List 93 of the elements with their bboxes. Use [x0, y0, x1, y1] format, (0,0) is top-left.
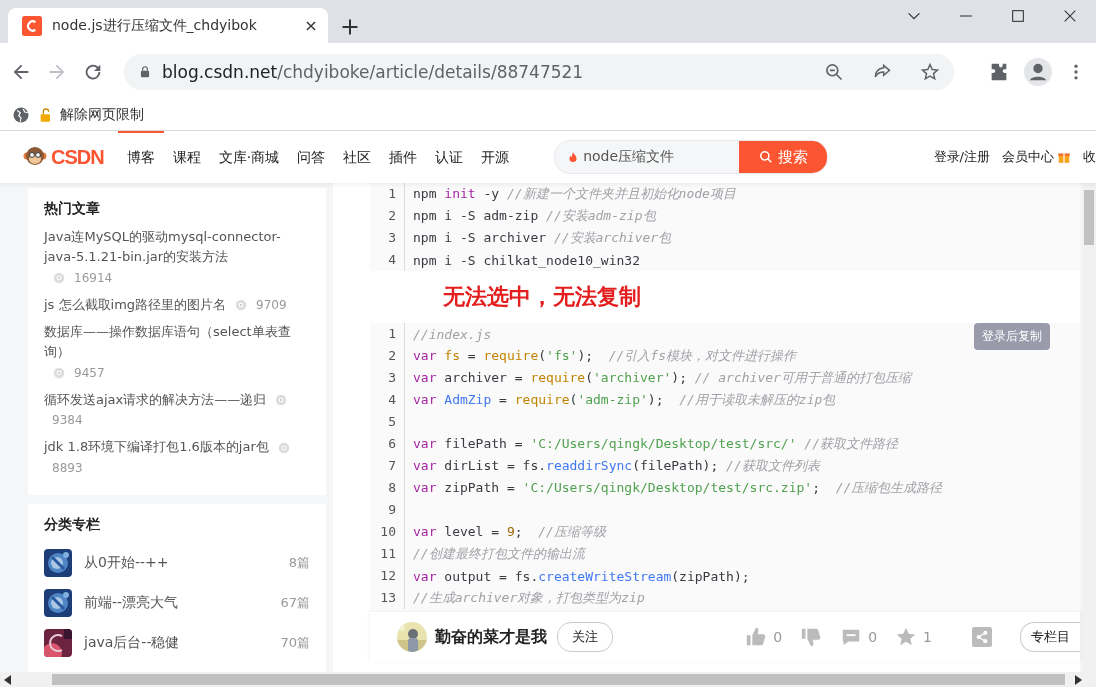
nav-link[interactable]: 文库·商城 — [209, 131, 289, 183]
like-count: 0 — [773, 629, 783, 645]
favicon-icon — [22, 15, 42, 36]
line-number: 4 — [370, 389, 405, 411]
new-tab-icon[interactable] — [340, 17, 360, 37]
thumbs-down-icon[interactable] — [800, 626, 823, 648]
line-number: 12 — [370, 565, 405, 587]
comment-count: 0 — [868, 629, 878, 645]
view-count: 9709 — [256, 297, 287, 314]
line-number: 2 — [370, 205, 405, 227]
code-line: //index.js — [412, 326, 492, 342]
article-link[interactable]: 循环发送ajax请求的解决方法——递归 — [44, 389, 267, 410]
code-line: var archiver = require('archiver'); // archiver可用于普通的打包压缩 — [412, 369, 911, 387]
article-count: 8篇 — [288, 553, 310, 572]
line-number: 4 — [370, 249, 405, 271]
close-icon[interactable] — [1062, 8, 1078, 24]
browser-tab[interactable]: node.js进行压缩文件_chdyibok — [8, 8, 328, 43]
category-link[interactable]: 从0开始--++ — [84, 553, 289, 572]
code-line: var dirList = fs.readdirSync(filePath); //获取文件列表 — [412, 457, 820, 475]
article-count: 67篇 — [280, 593, 310, 612]
address-bar[interactable]: blog.csdn.net/chdyiboke/article/details/88747521 — [124, 53, 954, 90]
line-number: 5 — [370, 411, 405, 433]
nav-link[interactable]: 插件 — [380, 131, 427, 183]
code-line: var zipPath = 'C:/Users/qingk/Desktop/test/src.zip'; //压缩包生成路径 — [412, 479, 943, 497]
tab-title: node.js进行压缩文件_chdyibok — [52, 16, 258, 35]
code-line: //创建最终打包文件的输出流 — [412, 545, 585, 563]
star-icon[interactable] — [895, 626, 918, 648]
card-title: 热门文章 — [44, 200, 101, 218]
card-title: 分类专栏 — [44, 515, 101, 534]
line-number: 13 — [370, 587, 405, 609]
line-number: 3 — [370, 227, 405, 249]
login-link[interactable]: 登录/注册 — [933, 148, 990, 166]
article-link[interactable]: Java连MySQL的驱动mysql-connector-java-5.1.21-bin.jar的安装方法 — [44, 227, 310, 267]
line-number: 2 — [370, 345, 405, 367]
column-button[interactable]: 专栏目 — [1020, 622, 1080, 652]
code-line: var filePath = 'C:/Users/qingk/Desktop/test/src/' //获取文件路径 — [412, 435, 898, 453]
lock-icon — [138, 64, 152, 79]
article-count: 70篇 — [280, 633, 310, 652]
category-link[interactable]: 前端--漂亮大气 — [84, 593, 281, 612]
line-number: 6 — [370, 433, 405, 455]
article-link[interactable]: 数据库——操作数据库语句（select单表查询） — [44, 322, 310, 362]
view-count: 16914 — [74, 269, 113, 287]
line-number: 10 — [370, 521, 405, 543]
close-icon[interactable] — [304, 18, 318, 33]
code-line: var AdmZip = require('adm-zip'); //用于读取未解压的zip包 — [412, 391, 836, 409]
code-line: var output = fs.createWriteStream(zipPath); — [412, 568, 750, 584]
view-count: 9384 — [52, 412, 83, 429]
line-number: 9 — [370, 499, 405, 521]
article-link[interactable]: jdk 1.8环境下编译打包1.6版本的jar包 — [44, 437, 269, 457]
view-count: 8893 — [52, 459, 83, 477]
code-line: var fs = require('fs'); //引入fs模块，对文件进行操作 — [412, 347, 796, 365]
code-line: npm i -S adm-zip //安装adm-zip包 — [412, 207, 656, 225]
line-number: 7 — [370, 455, 405, 477]
star-icon[interactable] — [920, 61, 940, 82]
eye-icon — [52, 270, 66, 285]
line-number: 1 — [370, 323, 405, 345]
left-arrow-icon[interactable] — [4, 674, 12, 685]
zoom-out-icon[interactable] — [824, 61, 844, 82]
globe-icon — [12, 106, 30, 124]
line-number: 8 — [370, 477, 405, 499]
nav-link[interactable]: 收 — [1083, 148, 1096, 166]
nav-link[interactable]: 课程 — [163, 131, 210, 183]
profile-icon[interactable] — [1024, 57, 1052, 86]
favorite-count: 1 — [923, 629, 932, 645]
eye-icon — [274, 393, 289, 407]
thumbs-up-icon[interactable] — [745, 626, 768, 648]
article-link[interactable]: js 怎么截取img路径里的图片名 — [44, 294, 227, 315]
code-line: var level = 9; //压缩等级 — [412, 523, 606, 541]
author-name[interactable]: 勤奋的菜才是我 — [435, 626, 547, 648]
nav-link[interactable]: 开源 — [472, 131, 519, 183]
right-arrow-icon[interactable] — [1074, 674, 1082, 685]
maximize-icon[interactable] — [1010, 8, 1026, 24]
annotation-text: 无法选中，无法复制 — [443, 283, 641, 311]
url-text: blog.csdn.net/chdyiboke/article/details/88747521 — [162, 61, 585, 82]
code-line: //生成archiver对象，打包类型为zip — [412, 589, 645, 607]
nav-link[interactable]: 社区 — [334, 131, 381, 183]
follow-button[interactable]: 关注 — [557, 622, 613, 652]
eye-icon — [276, 440, 291, 455]
view-count: 9457 — [74, 364, 105, 382]
nav-link[interactable]: 认证 — [426, 131, 473, 183]
code-line: npm i -S archiver //安装archiver包 — [412, 229, 672, 247]
bookmark-item[interactable]: 解除网页限制 — [38, 106, 144, 124]
eye-icon — [52, 365, 66, 380]
horizontal-scrollbar[interactable] — [0, 672, 1096, 687]
line-number: 3 — [370, 367, 405, 389]
vertical-scrollbar[interactable] — [1082, 183, 1096, 672]
code-line: npm i -S chilkat_node10_win32 — [412, 252, 640, 268]
category-link[interactable]: java后台--稳健 — [84, 633, 281, 652]
line-number: 11 — [370, 543, 405, 565]
eye-icon — [234, 298, 249, 312]
vip-link[interactable]: 会员中心 — [1002, 148, 1054, 166]
nav-link[interactable]: 问答 — [288, 131, 335, 183]
line-number: 1 — [370, 183, 405, 205]
